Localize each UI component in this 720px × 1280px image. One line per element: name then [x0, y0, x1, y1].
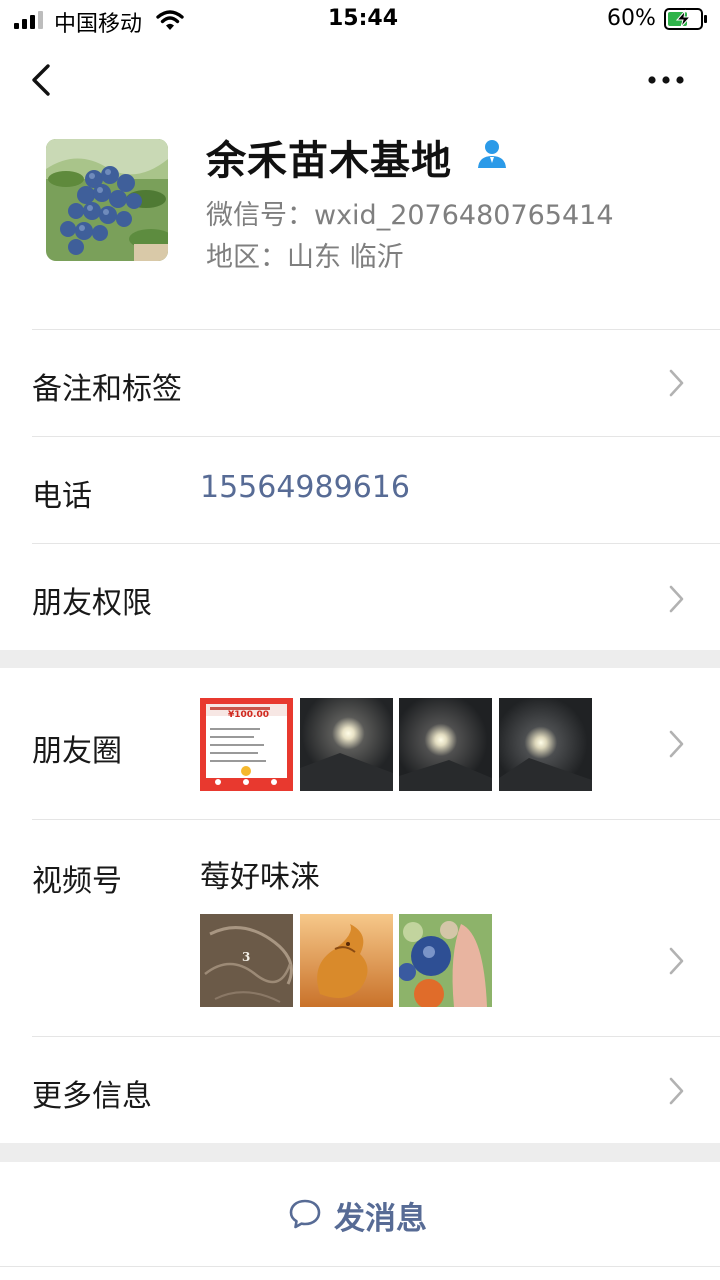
row-more-info-label: 更多信息 [32, 1079, 152, 1114]
chevron-right-icon [669, 947, 684, 975]
divider [0, 1266, 720, 1267]
moon-night-photo [399, 698, 492, 791]
chevron-right-icon [669, 1077, 684, 1105]
section-gap [0, 650, 720, 668]
channel-thumb[interactable] [300, 914, 393, 1007]
status-bar: 中国移动 15:44 60% [0, 0, 720, 40]
back-button[interactable] [26, 60, 56, 100]
row-more-info[interactable]: 更多信息 [0, 1037, 720, 1143]
row-remarks-label: 备注和标签 [32, 372, 182, 407]
moments-thumb[interactable] [300, 698, 393, 791]
channel-thumb[interactable] [399, 914, 492, 1007]
blueberries-in-hand [399, 914, 492, 1007]
chevron-right-icon [669, 730, 684, 758]
avatar[interactable] [46, 139, 168, 261]
channel-thumb-number: 3 [242, 950, 251, 964]
row-channels-label: 视频号 [32, 864, 122, 899]
chevron-right-icon [669, 585, 684, 613]
phone-number-link[interactable]: 15564989616 [200, 470, 410, 505]
section-gap [0, 1143, 720, 1162]
clock: 15:44 [328, 6, 399, 31]
blueberry-avatar-image [46, 139, 168, 261]
person-badge-icon [478, 140, 506, 168]
contact-name: 余禾苗木基地 [206, 138, 452, 184]
row-phone-label: 电话 [32, 479, 92, 514]
signal-icon [14, 11, 43, 29]
region: 地区：山东 临沂 [206, 242, 404, 273]
moon-night-photo [300, 698, 393, 791]
carrier-label: 中国移动 [54, 12, 143, 37]
more-button[interactable] [646, 70, 686, 90]
row-moments-label: 朋友圈 [32, 734, 122, 769]
moments-thumb[interactable] [399, 698, 492, 791]
battery-charging-icon [664, 8, 707, 30]
row-permissions-label: 朋友权限 [32, 586, 152, 621]
chevron-right-icon [669, 369, 684, 397]
channel-thumb[interactable]: 3 [200, 914, 293, 1007]
wifi-icon [156, 10, 184, 30]
golden-dragon [300, 914, 393, 1007]
wechat-id: 微信号：wxid_2076480765414 [206, 200, 614, 231]
battery-percent: 60% [607, 6, 656, 31]
payment-amount: ¥100.00 [228, 710, 269, 720]
row-remarks[interactable]: 备注和标签 [0, 330, 720, 436]
row-permissions[interactable]: 朋友权限 [0, 544, 720, 650]
moon-night-photo [499, 698, 592, 791]
moments-thumb[interactable]: ¥100.00 [200, 698, 293, 791]
send-message-label: 发消息 [334, 1201, 427, 1237]
moments-thumb[interactable] [499, 698, 592, 791]
chat-bubble-icon [289, 1199, 321, 1229]
channel-name: 莓好味涞 [200, 860, 320, 895]
